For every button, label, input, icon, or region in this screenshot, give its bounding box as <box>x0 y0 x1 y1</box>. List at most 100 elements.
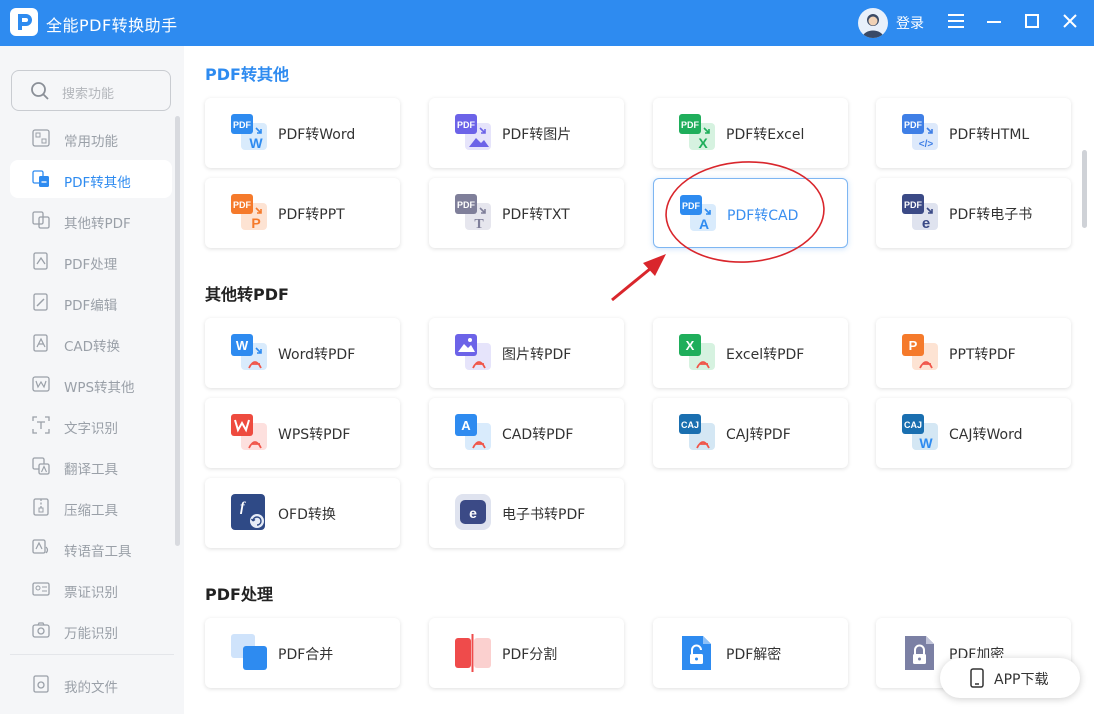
pdf-to-word-icon: PDF W <box>231 114 269 152</box>
card-caj-to-word[interactable]: CAJ W CAJ转Word <box>876 398 1071 468</box>
card-pdf-to-image[interactable]: PDF PDF转图片 <box>429 98 624 168</box>
sidebar-item-pdf-to-other[interactable]: PDF转其他 <box>10 160 172 198</box>
card-label: CAD转PDF <box>502 427 574 443</box>
icon-text: X <box>686 338 695 353</box>
sidebar-item-universal[interactable]: 万能识别 <box>10 611 172 649</box>
card-label: PDF转PPT <box>278 207 345 223</box>
card-label: 电子书转PDF <box>502 507 586 523</box>
card-label: PDF解密 <box>726 647 782 663</box>
sidebar-divider <box>10 654 174 655</box>
card-label: CAJ转PDF <box>726 427 791 443</box>
sidebar-item-common[interactable]: 常用功能 <box>10 119 172 157</box>
card-label: 图片转PDF <box>502 347 572 363</box>
card-pdf-merge[interactable]: PDF合并 <box>205 618 400 688</box>
icon-text: PDF <box>682 201 701 211</box>
phone-icon <box>970 668 984 692</box>
icon-text: e <box>922 215 930 232</box>
card-ppt-to-pdf[interactable]: P PPT转PDF <box>876 318 1071 388</box>
search-box[interactable]: 搜索功能 <box>11 70 171 111</box>
card-label: Excel转PDF <box>726 347 805 363</box>
pdf-edit-icon <box>32 293 50 311</box>
card-image-to-pdf[interactable]: 图片转PDF <box>429 318 624 388</box>
section-title-pdf-process: PDF处理 <box>205 585 273 604</box>
excel-to-pdf-icon: X <box>679 334 717 372</box>
folder-icon <box>32 675 50 693</box>
card-pdf-to-html[interactable]: PDF </> PDF转HTML <box>876 98 1071 168</box>
sidebar-scrollbar[interactable] <box>175 116 180 546</box>
sidebar-item-label: WPS转其他 <box>64 380 135 396</box>
card-label: PDF转TXT <box>502 207 570 223</box>
card-label: CAJ转Word <box>949 427 1023 443</box>
card-word-to-pdf[interactable]: W Word转PDF <box>205 318 400 388</box>
card-excel-to-pdf[interactable]: X Excel转PDF <box>653 318 848 388</box>
pdf-process-icon <box>32 252 50 270</box>
sidebar-item-ocr[interactable]: 文字识别 <box>10 406 172 444</box>
sidebar-item-cad[interactable]: CAD转换 <box>10 324 172 362</box>
card-pdf-to-cad[interactable]: PDF A PDF转CAD <box>653 178 848 248</box>
icon-text: P <box>909 338 918 353</box>
close-icon[interactable] <box>1060 11 1084 35</box>
image-to-pdf-icon <box>455 334 493 372</box>
card-pdf-to-excel[interactable]: PDF X PDF转Excel <box>653 98 848 168</box>
icon-text: PDF <box>233 200 252 210</box>
caj-to-pdf-icon: CAJ <box>679 414 717 452</box>
sidebar-item-translate[interactable]: 翻译工具 <box>10 447 172 485</box>
sidebar-item-wps[interactable]: WPS转其他 <box>10 365 172 403</box>
card-label: PDF转Word <box>278 127 356 143</box>
section-title-other-to-pdf: 其他转PDF <box>205 285 289 304</box>
avatar[interactable] <box>858 8 888 38</box>
icon-text: W <box>236 338 249 353</box>
pdf-to-excel-icon: PDF X <box>679 114 717 152</box>
grid-icon <box>32 129 50 147</box>
section-title-pdf-to-other: PDF转其他 <box>205 65 289 84</box>
ebook-to-pdf-icon: e <box>455 494 493 532</box>
login-link[interactable]: 登录 <box>896 13 924 33</box>
icon-text: PDF <box>233 120 252 130</box>
card-ofd-convert[interactable]: f OFD转换 <box>205 478 400 548</box>
minimize-icon[interactable] <box>984 11 1008 35</box>
sidebar-item-label: 翻译工具 <box>64 462 118 478</box>
icon-text: PDF <box>681 120 700 130</box>
sidebar-item-label: PDF转其他 <box>64 175 131 191</box>
main-content: PDF转其他 PDF W PDF转Word PDF PDF转图片 PDF X PDF… <box>184 46 1094 714</box>
search-icon <box>30 81 50 101</box>
icon-text: </> <box>919 139 934 150</box>
card-ebook-to-pdf[interactable]: e 电子书转PDF <box>429 478 624 548</box>
card-label: PDF转Excel <box>726 127 805 143</box>
card-cad-to-pdf[interactable]: A CAD转PDF <box>429 398 624 468</box>
menu-icon[interactable] <box>946 11 970 35</box>
unlock-icon <box>679 634 717 672</box>
card-caj-to-pdf[interactable]: CAJ CAJ转PDF <box>653 398 848 468</box>
wps-to-pdf-icon <box>231 414 269 452</box>
sidebar-item-pdf-edit[interactable]: PDF编辑 <box>10 283 172 321</box>
card-pdf-to-txt[interactable]: PDF T PDF转TXT <box>429 178 624 248</box>
sidebar-item-label: PDF处理 <box>64 257 118 273</box>
ppt-to-pdf-icon: P <box>902 334 940 372</box>
sidebar-item-pdf-process[interactable]: PDF处理 <box>10 242 172 280</box>
card-pdf-split[interactable]: PDF分割 <box>429 618 624 688</box>
card-pdf-to-ebook[interactable]: PDF e PDF转电子书 <box>876 178 1071 248</box>
speech-icon <box>32 539 50 557</box>
sidebar-item-my-files[interactable]: 我的文件 <box>10 665 172 703</box>
maximize-icon[interactable] <box>1022 11 1046 35</box>
sidebar-item-compress[interactable]: 压缩工具 <box>10 488 172 526</box>
card-pdf-decrypt[interactable]: PDF解密 <box>653 618 848 688</box>
main-scrollbar[interactable] <box>1082 150 1087 228</box>
card-label: PDF合并 <box>278 647 334 663</box>
ofd-icon: f <box>231 494 269 532</box>
title-bar: 全能PDF转换助手 登录 <box>0 0 1094 46</box>
sidebar-item-ticket[interactable]: 票证识别 <box>10 570 172 608</box>
app-download-button[interactable]: APP下载 <box>940 658 1080 698</box>
card-wps-to-pdf[interactable]: WPS转PDF <box>205 398 400 468</box>
sidebar-item-speech[interactable]: 转语音工具 <box>10 529 172 567</box>
pdf-to-txt-icon: PDF T <box>455 194 493 232</box>
card-label: PDF转HTML <box>949 127 1030 143</box>
icon-text: P <box>251 215 260 231</box>
card-pdf-to-ppt[interactable]: PDF P PDF转PPT <box>205 178 400 248</box>
sidebar-item-other-to-pdf[interactable]: 其他转PDF <box>10 201 172 239</box>
card-pdf-to-word[interactable]: PDF W PDF转Word <box>205 98 400 168</box>
card-label: PDF转电子书 <box>949 207 1033 223</box>
icon-text: PDF <box>904 120 923 130</box>
split-icon <box>455 634 493 672</box>
sidebar-item-label: PDF编辑 <box>64 298 118 314</box>
